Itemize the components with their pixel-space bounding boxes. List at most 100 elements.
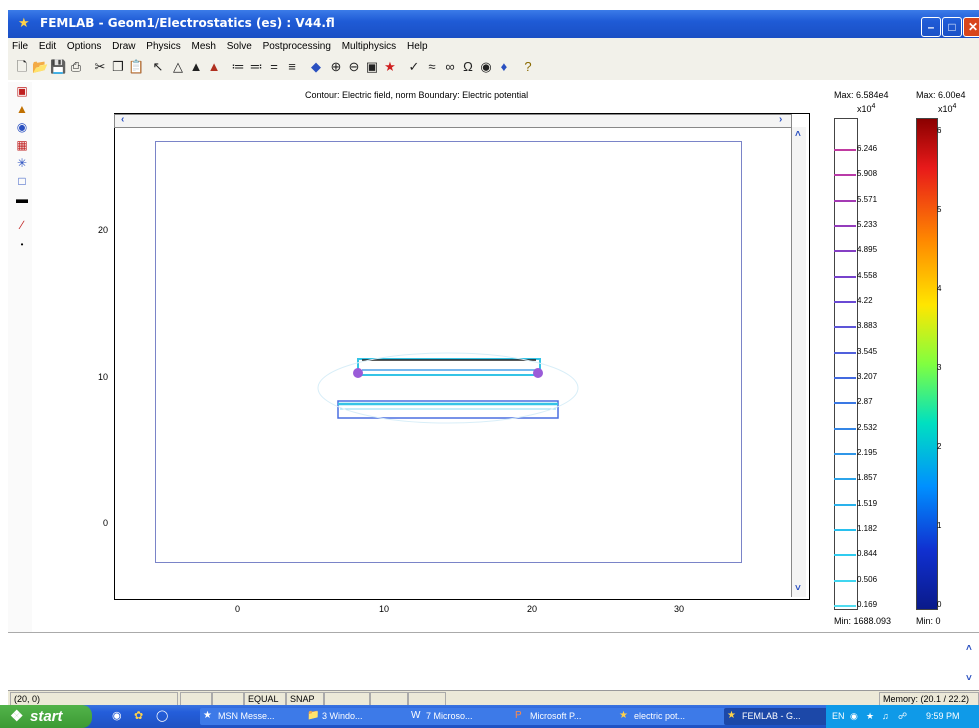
windows-logo-icon: ❖	[10, 708, 24, 725]
word-icon: W	[411, 710, 421, 721]
tray-volume-icon[interactable]: ♫	[882, 705, 889, 728]
contour-level-line	[834, 605, 856, 607]
contour-level-line	[834, 377, 856, 379]
quicklaunch-firefox-icon[interactable]: ✿	[134, 709, 143, 722]
task-label: Microsoft P...	[530, 711, 582, 721]
contour-tick-label: 2.87	[857, 397, 873, 407]
contour-level-line	[834, 250, 856, 253]
contour-level-line	[834, 275, 856, 278]
x-tick-30: 30	[674, 604, 685, 614]
log-scroll-down-icon[interactable]: ˅	[966, 673, 972, 684]
contour-level-line	[834, 351, 856, 354]
femlab-task-icon: ★	[727, 710, 736, 721]
tray-network-icon[interactable]: ◉	[850, 705, 858, 728]
boundary-min-label: Min: 0	[916, 616, 941, 626]
task-label: 3 Windo...	[322, 711, 363, 721]
msn-icon: ★	[203, 710, 212, 721]
contour-tick-label: 4.558	[857, 270, 878, 280]
contour-tick-label: 1.182	[857, 524, 878, 533]
contour-multiplier: x104	[857, 103, 875, 114]
boundary-tick-label: 0	[937, 600, 942, 609]
field-peak-left	[353, 368, 363, 378]
boundary-tick-label: 5	[937, 205, 942, 214]
quicklaunch-media-icon[interactable]: ◯	[156, 709, 168, 722]
contour-tick-label: 3.883	[857, 321, 878, 331]
contour-multiplier-exp: 4	[871, 103, 876, 110]
contour-tick-label: 4.895	[857, 245, 878, 255]
field-peak-right	[533, 368, 543, 378]
contour-level-line	[834, 503, 856, 506]
contour-level-line	[834, 478, 856, 481]
contour-tick-label: 0.169	[857, 600, 878, 609]
boundary-tick-label: 1	[937, 521, 942, 530]
contour-tick-label: 2.195	[857, 448, 878, 457]
contour-tick-label: 5.571	[857, 194, 878, 204]
contour-colorbar	[834, 118, 858, 610]
task-microsoft-word[interactable]: W 7 Microso...	[408, 708, 522, 725]
snap-toggle[interactable]: SNAP	[286, 692, 324, 706]
femlab-task-icon: ★	[619, 710, 628, 721]
tray-msn-icon[interactable]: ★	[866, 705, 874, 728]
status-bar: (20, 0) EQUAL SNAP Memory: (20.1 / 22.2)	[8, 690, 979, 706]
status-cell-c	[324, 692, 370, 706]
contour-tick-label: 5.908	[857, 169, 878, 179]
contour-level-line	[834, 326, 856, 329]
status-cell-b	[212, 692, 244, 706]
clock[interactable]: 9:59 PM	[926, 705, 960, 728]
contour-level-line	[834, 149, 856, 151]
contour-level-line	[834, 579, 856, 582]
task-label: FEMLAB - G...	[742, 711, 801, 721]
task-microsoft-powerpoint[interactable]: P Microsoft P...	[512, 708, 626, 725]
start-label: start	[30, 708, 63, 725]
y-tick-10: 10	[98, 372, 109, 382]
message-log-pane[interactable]: ˄ ˅	[8, 632, 979, 691]
x-tick-0: 0	[235, 604, 241, 614]
boundary-tick-label: 2	[937, 442, 942, 451]
quicklaunch-browser-icon[interactable]: ◉	[112, 709, 122, 722]
system-tray: EN ◉ ★ ♫ ☍ 9:59 PM	[826, 705, 979, 728]
task-msn-messenger[interactable]: ★ MSN Messe...	[200, 708, 314, 725]
field-contour	[317, 352, 579, 424]
contour-tick-label: 1.857	[857, 473, 878, 483]
folder-icon: 📁	[307, 710, 320, 721]
contour-max-label: Max: 6.584e4	[834, 90, 889, 100]
boundary-tick-label: 6	[937, 126, 942, 135]
contour-level-line	[834, 402, 856, 405]
boundary-tick-label: 4	[937, 284, 942, 293]
contour-tick-label: 3.545	[857, 346, 878, 356]
windows-taskbar: ❖ start ◉ ✿ ◯ ★ MSN Messe... 📁 3 Windo... …	[0, 705, 979, 728]
contour-level-line	[834, 554, 856, 557]
contour-tick-label: 0.506	[857, 574, 878, 584]
task-windows-explorer[interactable]: 📁 3 Windo...	[304, 708, 418, 725]
status-coordinates: (20, 0)	[10, 692, 178, 706]
contour-tick-label: 6.246	[857, 144, 878, 153]
status-cell-e	[408, 692, 446, 706]
log-scroll-up-icon[interactable]: ˄	[966, 643, 972, 654]
contour-tick-label: 3.207	[857, 372, 878, 381]
boundary-tick-label: 3	[937, 363, 942, 372]
status-cell-d	[370, 692, 408, 706]
contour-tick-label: 1.519	[857, 498, 878, 508]
task-femlab-active[interactable]: ★ FEMLAB - G...	[724, 708, 838, 725]
contour-level-line	[834, 301, 856, 303]
task-label: MSN Messe...	[218, 711, 275, 721]
contour-level-line	[834, 199, 856, 202]
status-memory: Memory: (20.1 / 22.2)	[879, 692, 979, 706]
language-indicator[interactable]: EN	[832, 705, 845, 728]
contour-level-line	[834, 529, 856, 531]
x-tick-10: 10	[379, 604, 390, 614]
upper-plate	[353, 358, 543, 378]
task-electric-potential[interactable]: ★ electric pot...	[616, 708, 734, 725]
boundary-multiplier-base: x10	[938, 104, 953, 114]
tray-security-icon[interactable]: ☍	[898, 705, 907, 728]
boundary-max-label: Max: 6.00e4	[916, 90, 966, 100]
contour-level-line	[834, 427, 856, 430]
contour-tick-label: 5.233	[857, 220, 878, 229]
contour-multiplier-base: x10	[857, 104, 872, 114]
contour-level-line	[834, 174, 856, 177]
equal-toggle[interactable]: EQUAL	[244, 692, 286, 706]
contour-tick-label: 0.844	[857, 549, 878, 559]
start-button[interactable]: ❖ start	[0, 705, 92, 728]
contour-level-line	[834, 453, 856, 455]
contour-tick-label: 4.22	[857, 296, 873, 305]
